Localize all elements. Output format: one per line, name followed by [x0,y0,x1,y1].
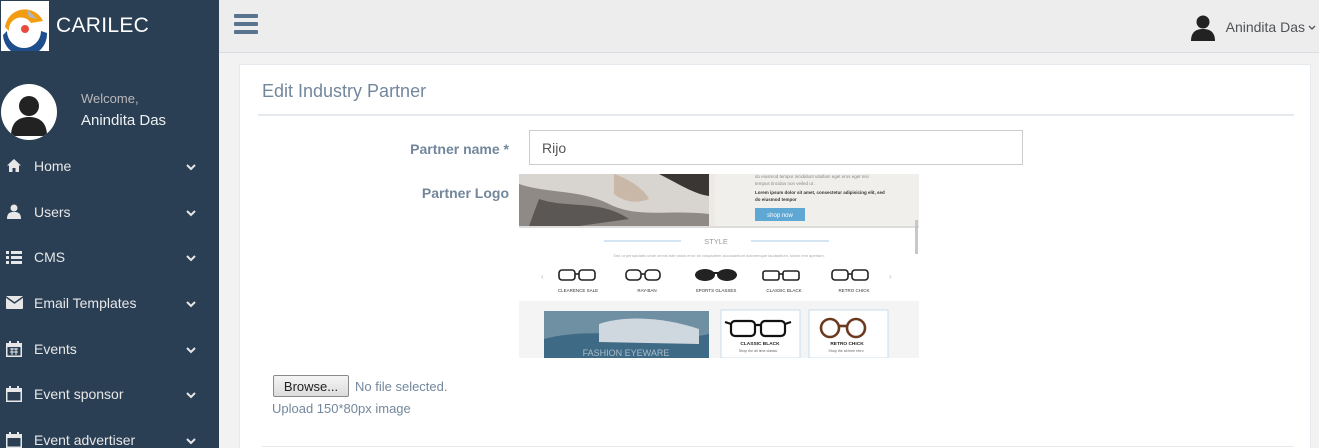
sidebar-item-label: Event sponsor [34,386,124,403]
avatar [1,84,57,140]
category-label: SPORTS GLASSES [696,288,737,293]
sidebar: CARILEC Welcome, Anindita Das Home Users… [0,0,219,448]
user-menu[interactable]: Anindita Das [1189,12,1319,42]
category-label: RETRO CHICK [838,288,869,293]
brand-logo [1,1,49,51]
carousel-prev-icon: ‹ [541,272,544,281]
sidebar-item-cms[interactable]: CMS [0,234,219,280]
sidebar-item-label: Email Templates [34,294,137,311]
top-navbar: Anindita Das [219,0,1319,53]
sidebar-item-home[interactable]: Home [0,143,219,189]
partner-name-label: Partner name * [410,141,509,157]
partner-logo-label: Partner Logo [421,185,509,201]
brand[interactable]: CARILEC [0,0,219,52]
hero-text-4: do eiusmod tempor [755,197,797,202]
user-icon [4,204,24,220]
sidebar-item-email-templates[interactable]: Email Templates [0,280,219,326]
welcome-text: Welcome, [81,91,139,106]
chevron-down-icon [186,158,196,174]
sidebar-item-event-advertiser[interactable]: Event advertiser [0,417,219,448]
brand-name: CARILEC [56,14,150,37]
topbar-user-name: Anindita Das [1225,19,1305,35]
partner-logo-image: do eiusmod tempor incididunt uitullam eg… [519,174,919,358]
calendar-icon [4,340,24,357]
sunglasses-icon [695,269,737,281]
envelope-icon [4,296,24,310]
sidebar-item-events[interactable]: Events [0,326,219,372]
card-subtitle: Shop the all time retro [828,349,863,353]
card-subtitle: Shop the all time classic [739,349,778,353]
chevron-down-icon [186,432,196,448]
chevron-down-icon [186,386,196,402]
style-heading: STYLE [704,237,728,246]
sidebar-item-label: Home [34,157,72,174]
chevron-down-icon [1308,18,1316,36]
profile-text: Welcome, Anindita Das [81,91,166,129]
sidebar-item-label: Events [34,340,77,357]
upload-hint: Upload 150*80px image [272,401,411,416]
hero-text-3: Lorem ipsum dolor sit amet, consectetur … [755,190,885,195]
sidebar-profile: Welcome, Anindita Das [0,72,219,152]
sidebar-item-users[interactable]: Users [0,189,219,235]
calendar-icon [4,431,24,448]
divider [258,114,1294,116]
profile-name: Anindita Das [81,112,167,129]
sidebar-item-label: Users [34,203,71,220]
edit-partner-panel: Edit Industry Partner Partner name * Par… [239,64,1311,448]
sidebar-item-label: Event advertiser [34,431,136,448]
card-title: RETRO CHICK [830,341,864,347]
user-avatar-icon [1189,13,1217,41]
chevron-down-icon [186,341,196,357]
file-status-text: No file selected. [355,378,448,394]
logo-preview-graphic: do eiusmod tempor incididunt uitullam eg… [519,174,919,358]
style-subtext: Sed ut perspiciatis unde omnis iste natu… [613,253,824,258]
sidebar-item-label: CMS [34,249,66,266]
menu-toggle-icon[interactable] [234,14,258,34]
chevron-down-icon [186,249,196,265]
chevron-down-icon [186,295,196,311]
user-silhouette-icon [11,96,47,136]
hero-text-2: tempus tincidus non veiled ut . [755,181,816,186]
divider [262,446,1294,447]
list-icon [4,250,24,265]
category-label: RAY-BAN [637,288,656,293]
banner-text: FASHION EYEWARE [583,348,670,358]
browse-button[interactable]: Browse... [273,375,349,397]
card-title: CLASSIC BLACK [740,341,780,347]
home-icon [4,158,24,173]
file-upload-row: Browse... No file selected. [273,375,448,397]
shop-now-label: shop now [767,213,793,219]
chevron-down-icon [186,204,196,220]
category-label: CLASSIC BLACK [766,288,801,293]
page-title: Edit Industry Partner [262,81,427,101]
sidebar-item-event-sponsor[interactable]: Event sponsor [0,371,219,417]
carousel-next-icon: › [889,272,892,281]
sidebar-nav: Home Users CMS Email Templates Events Ev… [0,143,219,448]
calendar-icon [4,386,24,403]
hero-text-1: do eiusmod tempor incididunt uitullam eg… [755,174,869,179]
category-label: CLEARENCE SALE [558,288,598,293]
partner-name-input[interactable] [529,130,1023,165]
